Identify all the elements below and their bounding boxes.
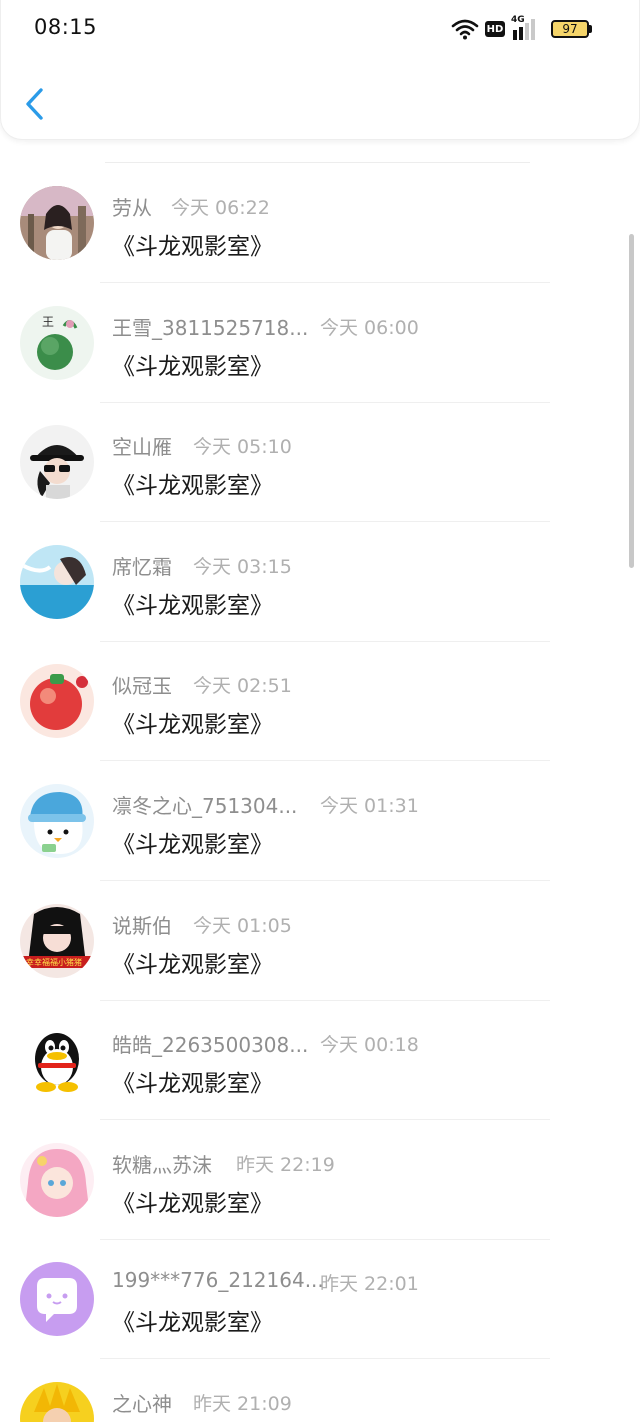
message-preview: 《斗龙观影室》	[112, 234, 273, 260]
scrollbar[interactable]	[629, 234, 634, 568]
message-preview: 《斗龙观影室》	[112, 592, 273, 619]
sender-name: 之心神	[112, 1392, 172, 1416]
signal-type-label: 4G	[511, 15, 525, 25]
avatar[interactable]	[20, 664, 94, 739]
message-row[interactable]: 199***776_212164... 昨天 22:01 《斗龙观影室》	[0, 1240, 640, 1360]
sender-name: 说斯伯	[112, 913, 172, 938]
message-preview: 《斗龙观影室》	[112, 353, 273, 380]
message-time: 昨天 22:01	[320, 1273, 419, 1296]
sender-name: 王雪_3811525718...	[112, 315, 309, 340]
sender-name: 空山雁	[112, 435, 172, 460]
back-button[interactable]	[21, 84, 51, 124]
message-time: 今天 00:18	[320, 1034, 419, 1057]
message-row[interactable]: 凛冬之心_751304... 今天 01:31 《斗龙观影室》	[0, 762, 640, 881]
wifi-icon	[451, 19, 479, 40]
message-row[interactable]: 王 王雪_3811525718... 今天 06:00 《斗龙观影室》	[0, 284, 640, 403]
message-time: 今天 06:00	[320, 316, 419, 339]
message-time: 昨天 21:09	[193, 1393, 292, 1415]
avatar[interactable]	[20, 784, 94, 858]
sender-name: 软糖灬苏沫	[112, 1152, 212, 1177]
signal-icon: 4G	[511, 15, 539, 40]
message-preview: 《斗龙观影室》	[112, 712, 273, 739]
message-row[interactable]: 软糖灬苏沫 昨天 22:19 《斗龙观影室》	[0, 1121, 640, 1240]
message-row[interactable]: 劳从 今天 06:22 《斗龙观影室》	[0, 164, 640, 283]
message-time: 今天 01:05	[193, 914, 292, 937]
message-row[interactable]: 幸幸福福小猪猪 说斯伯 今天 01:05 《斗龙观影室》	[0, 882, 640, 1001]
message-preview: 《斗龙观影室》	[112, 473, 273, 500]
message-time: 今天 01:31	[320, 795, 419, 817]
avatar[interactable]	[20, 1142, 94, 1217]
message-row[interactable]: 皓皓_2263500308... 今天 00:18 《斗龙观影室》	[0, 1001, 640, 1121]
divider	[105, 162, 530, 163]
avatar[interactable]	[20, 1262, 94, 1337]
sender-name: 199***776_212164...	[112, 1268, 324, 1293]
avatar[interactable]: 幸幸福福小猪猪	[20, 903, 94, 978]
message-preview: 《斗龙观影室》	[112, 951, 273, 978]
message-preview: 《斗龙观影室》	[112, 1071, 273, 1098]
message-row[interactable]: 之心神 昨天 21:09	[0, 1360, 640, 1422]
message-preview: 《斗龙观影室》	[112, 1310, 273, 1337]
avatar[interactable]	[20, 1382, 94, 1422]
avatar[interactable]	[20, 544, 94, 619]
avatar[interactable]	[20, 425, 94, 500]
sender-name: 劳从	[112, 196, 152, 220]
avatar[interactable]: 王	[20, 305, 94, 380]
message-preview: 《斗龙观影室》	[112, 832, 273, 858]
sender-name: 似冠玉	[112, 674, 172, 699]
sender-name: 皓皓_2263500308...	[112, 1033, 309, 1058]
sender-name: 凛冬之心_751304...	[112, 794, 298, 818]
status-time: 08:15	[34, 15, 98, 39]
message-row[interactable]: 席忆霜 今天 03:15 《斗龙观影室》	[0, 523, 640, 642]
message-time: 今天 03:15	[193, 555, 292, 578]
hd-icon: HD	[485, 21, 505, 37]
message-time: 昨天 22:19	[236, 1153, 335, 1176]
battery-icon: 97	[551, 20, 593, 38]
message-row[interactable]: 空山雁 今天 05:10 《斗龙观影室》	[0, 403, 640, 523]
status-bar: 08:15 HD 4G 97	[1, 0, 640, 58]
top-bar: 08:15 HD 4G 97	[0, 0, 640, 140]
battery-level: 97	[562, 22, 578, 36]
message-row[interactable]: 似冠玉 今天 02:51 《斗龙观影室》	[0, 642, 640, 762]
svg-text:王: 王	[42, 315, 54, 329]
message-time: 今天 05:10	[193, 436, 292, 459]
message-time: 今天 02:51	[193, 675, 292, 698]
svg-text:幸幸福福小猪猪: 幸幸福福小猪猪	[26, 957, 82, 967]
message-time: 今天 06:22	[171, 197, 270, 219]
avatar[interactable]	[20, 1023, 94, 1098]
message-preview: 《斗龙观影室》	[112, 1190, 273, 1217]
sender-name: 席忆霜	[112, 554, 172, 579]
status-icons: HD 4G 97	[451, 15, 593, 42]
avatar[interactable]	[20, 186, 94, 260]
